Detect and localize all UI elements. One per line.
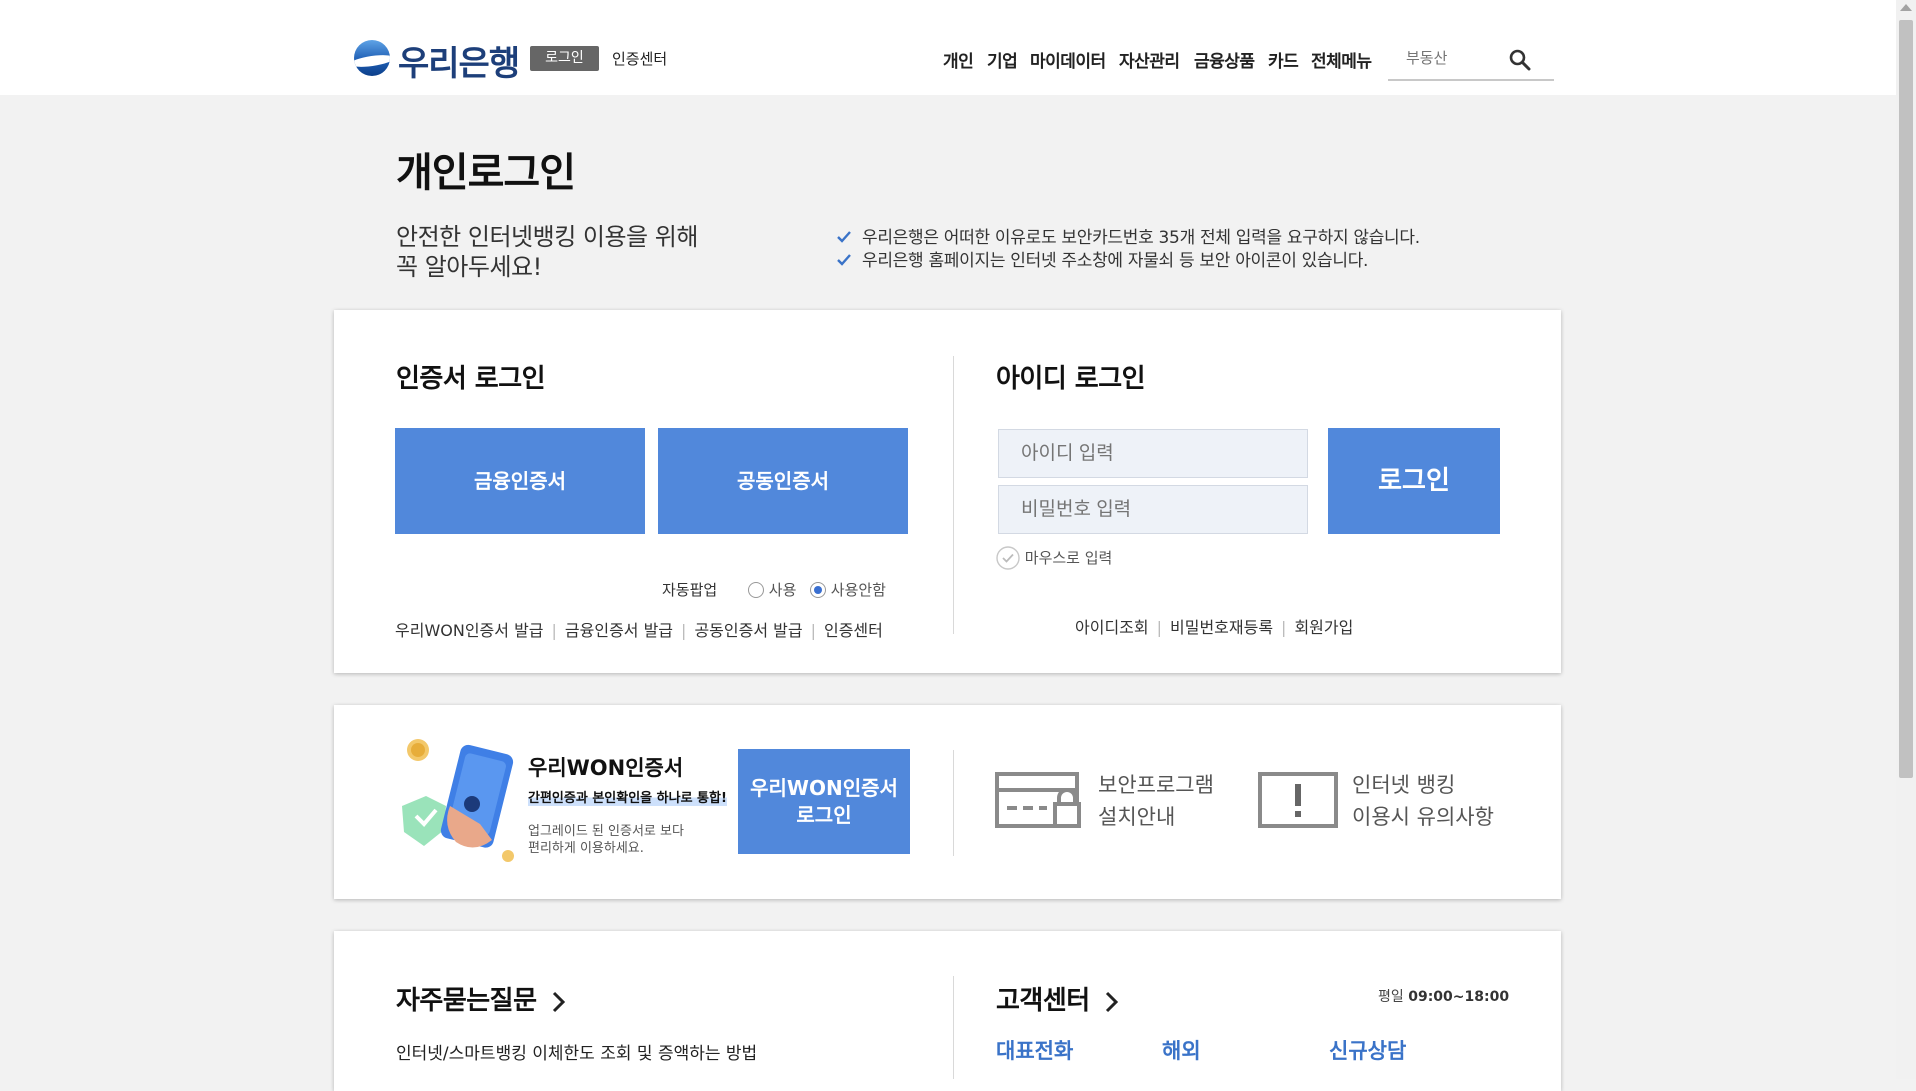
security-line2: 설치안내 [1098, 805, 1176, 829]
radio-use[interactable] [748, 582, 764, 598]
won-desc-line1: 업그레이드 된 인증서로 보다 [528, 824, 684, 839]
promo-divider [953, 750, 954, 856]
won-cert-issue-link[interactable]: 우리WON인증서 발급 [395, 621, 544, 640]
radio-use-label: 사용 [768, 581, 797, 599]
password-input[interactable] [998, 485, 1308, 534]
notice-heading-line1: 안전한 인터넷뱅킹 이용을 위해 [396, 223, 698, 251]
page-title: 개인로그인 [396, 150, 576, 196]
nav-mydata[interactable]: 마이데이터 [1030, 47, 1106, 72]
won-btn-line1: 우리WON인증서 [750, 776, 898, 800]
login-divider [953, 356, 954, 634]
notice-heading-line2: 꼭 알아두세요! [396, 253, 542, 281]
id-links-row: 아이디조회 | 비밀번호재등록 | 회원가입 [1075, 618, 1354, 637]
customer-center-title[interactable]: 고객센터 [996, 980, 1120, 1017]
nav-all-menu[interactable]: 전체메뉴 [1311, 47, 1372, 72]
id-login-button[interactable]: 로그인 [1328, 428, 1500, 534]
cert-center-link[interactable]: 인증센터 [612, 48, 667, 69]
nav-asset[interactable]: 자산관리 [1119, 47, 1180, 72]
notice-text: 우리은행은 어떠한 이유로도 보안카드번호 35개 전체 입력을 요구하지 않습… [862, 228, 1420, 248]
phone-cert-illustration-icon [402, 739, 514, 862]
security-program-link[interactable]: 보안프로그램 설치안내 [1098, 769, 1214, 833]
mouse-input-toggle[interactable]: 마우스로 입력 [996, 546, 1112, 570]
won-cert-subtitle: 간편인증과 본인확인을 하나로 통합! [528, 787, 727, 806]
woori-logo-icon[interactable] [354, 40, 390, 76]
find-id-link[interactable]: 아이디조회 [1075, 618, 1149, 637]
scroll-up-arrow-icon[interactable] [1900, 4, 1912, 11]
search-input[interactable] [1388, 42, 1528, 74]
nav-products[interactable]: 금융상품 [1194, 47, 1255, 72]
joint-cert-issue-link[interactable]: 공동인증서 발급 [694, 621, 802, 640]
reset-password-link[interactable]: 비밀번호재등록 [1170, 618, 1273, 637]
overseas-link[interactable]: 해외 [1162, 1035, 1201, 1065]
faq-item[interactable]: 인터넷/스마트뱅킹 이체한도 조회 및 증액하는 방법 [396, 1039, 757, 1064]
won-cert-description: 업그레이드 된 인증서로 보다 편리하게 이용하세요. [528, 823, 684, 857]
notice-item: 우리은행 홈페이지는 인터넷 주소창에 자물쇠 등 보안 아이콘이 있습니다. [836, 246, 1368, 271]
search-box [1388, 42, 1554, 81]
main-phone-link[interactable]: 대표전화 [996, 1035, 1073, 1065]
faq-divider [953, 976, 954, 1079]
check-icon [837, 254, 851, 266]
chevron-right-icon[interactable] [551, 990, 567, 1014]
search-icon[interactable] [1508, 48, 1532, 72]
scroll-thumb[interactable] [1899, 20, 1913, 778]
hours-label: 평일 [1378, 989, 1404, 1005]
id-input[interactable] [998, 429, 1308, 478]
nav-card[interactable]: 카드 [1268, 47, 1299, 72]
auto-popup-use-option[interactable]: 사용 [748, 579, 796, 600]
won-cert-title: 우리WON인증서 [528, 756, 684, 780]
caution-line2: 이용시 유의사항 [1352, 805, 1494, 829]
notice-text: 우리은행 홈페이지는 인터넷 주소창에 자물쇠 등 보안 아이콘이 있습니다. [862, 251, 1369, 271]
signup-link[interactable]: 회원가입 [1294, 618, 1353, 637]
business-hours: 평일 09:00~18:00 [1378, 986, 1509, 1006]
security-program-icon[interactable] [995, 772, 1083, 828]
faq-title[interactable]: 자주묻는질문 [396, 980, 567, 1017]
cert-login-title: 인증서 로그인 [396, 364, 546, 394]
auto-popup-nouse-option[interactable]: 사용안함 [810, 579, 886, 600]
nav-personal[interactable]: 개인 [943, 47, 974, 72]
notice-item: 우리은행은 어떠한 이유로도 보안카드번호 35개 전체 입력을 요구하지 않습… [836, 223, 1420, 248]
security-line1: 보안프로그램 [1098, 773, 1214, 797]
radio-nouse[interactable] [810, 582, 826, 598]
login-badge[interactable]: 로그인 [530, 46, 599, 71]
won-desc-line2: 편리하게 이용하세요. [528, 841, 644, 856]
won-btn-line2: 로그인 [796, 803, 852, 827]
bank-logo-text[interactable]: 우리은행 [398, 36, 520, 85]
chevron-right-icon[interactable] [1104, 990, 1120, 1014]
auto-popup-label: 자동팝업 [662, 581, 718, 599]
customer-center-title-text: 고객센터 [996, 986, 1090, 1016]
cert-center-bottom-link[interactable]: 인증센터 [824, 621, 883, 640]
caution-exclamation-icon[interactable] [1258, 772, 1338, 828]
faq-title-text: 자주묻는질문 [396, 986, 537, 1016]
cert-links-row: 우리WON인증서 발급 | 금융인증서 발급 | 공동인증서 발급 | 인증센터 [395, 621, 883, 640]
financial-cert-issue-link[interactable]: 금융인증서 발급 [565, 621, 673, 640]
security-notice-heading: 안전한 인터넷뱅킹 이용을 위해 꼭 알아두세요! [396, 222, 698, 282]
check-icon [837, 231, 851, 243]
nav-corporate[interactable]: 기업 [987, 47, 1018, 72]
id-login-title: 아이디 로그인 [996, 364, 1146, 394]
caution-line1: 인터넷 뱅킹 [1352, 773, 1456, 797]
financial-cert-button[interactable]: 금융인증서 [395, 428, 645, 534]
mouse-input-label: 마우스로 입력 [1024, 549, 1113, 567]
mouse-input-check-icon[interactable] [996, 546, 1020, 570]
new-consultation-link[interactable]: 신규상담 [1329, 1035, 1406, 1065]
banking-caution-link[interactable]: 인터넷 뱅킹 이용시 유의사항 [1352, 769, 1494, 833]
joint-cert-button[interactable]: 공동인증서 [658, 428, 908, 534]
won-cert-login-button[interactable]: 우리WON인증서 로그인 [738, 749, 910, 854]
radio-nouse-label: 사용안함 [830, 581, 886, 599]
hours-value: 09:00~18:00 [1408, 989, 1510, 1005]
